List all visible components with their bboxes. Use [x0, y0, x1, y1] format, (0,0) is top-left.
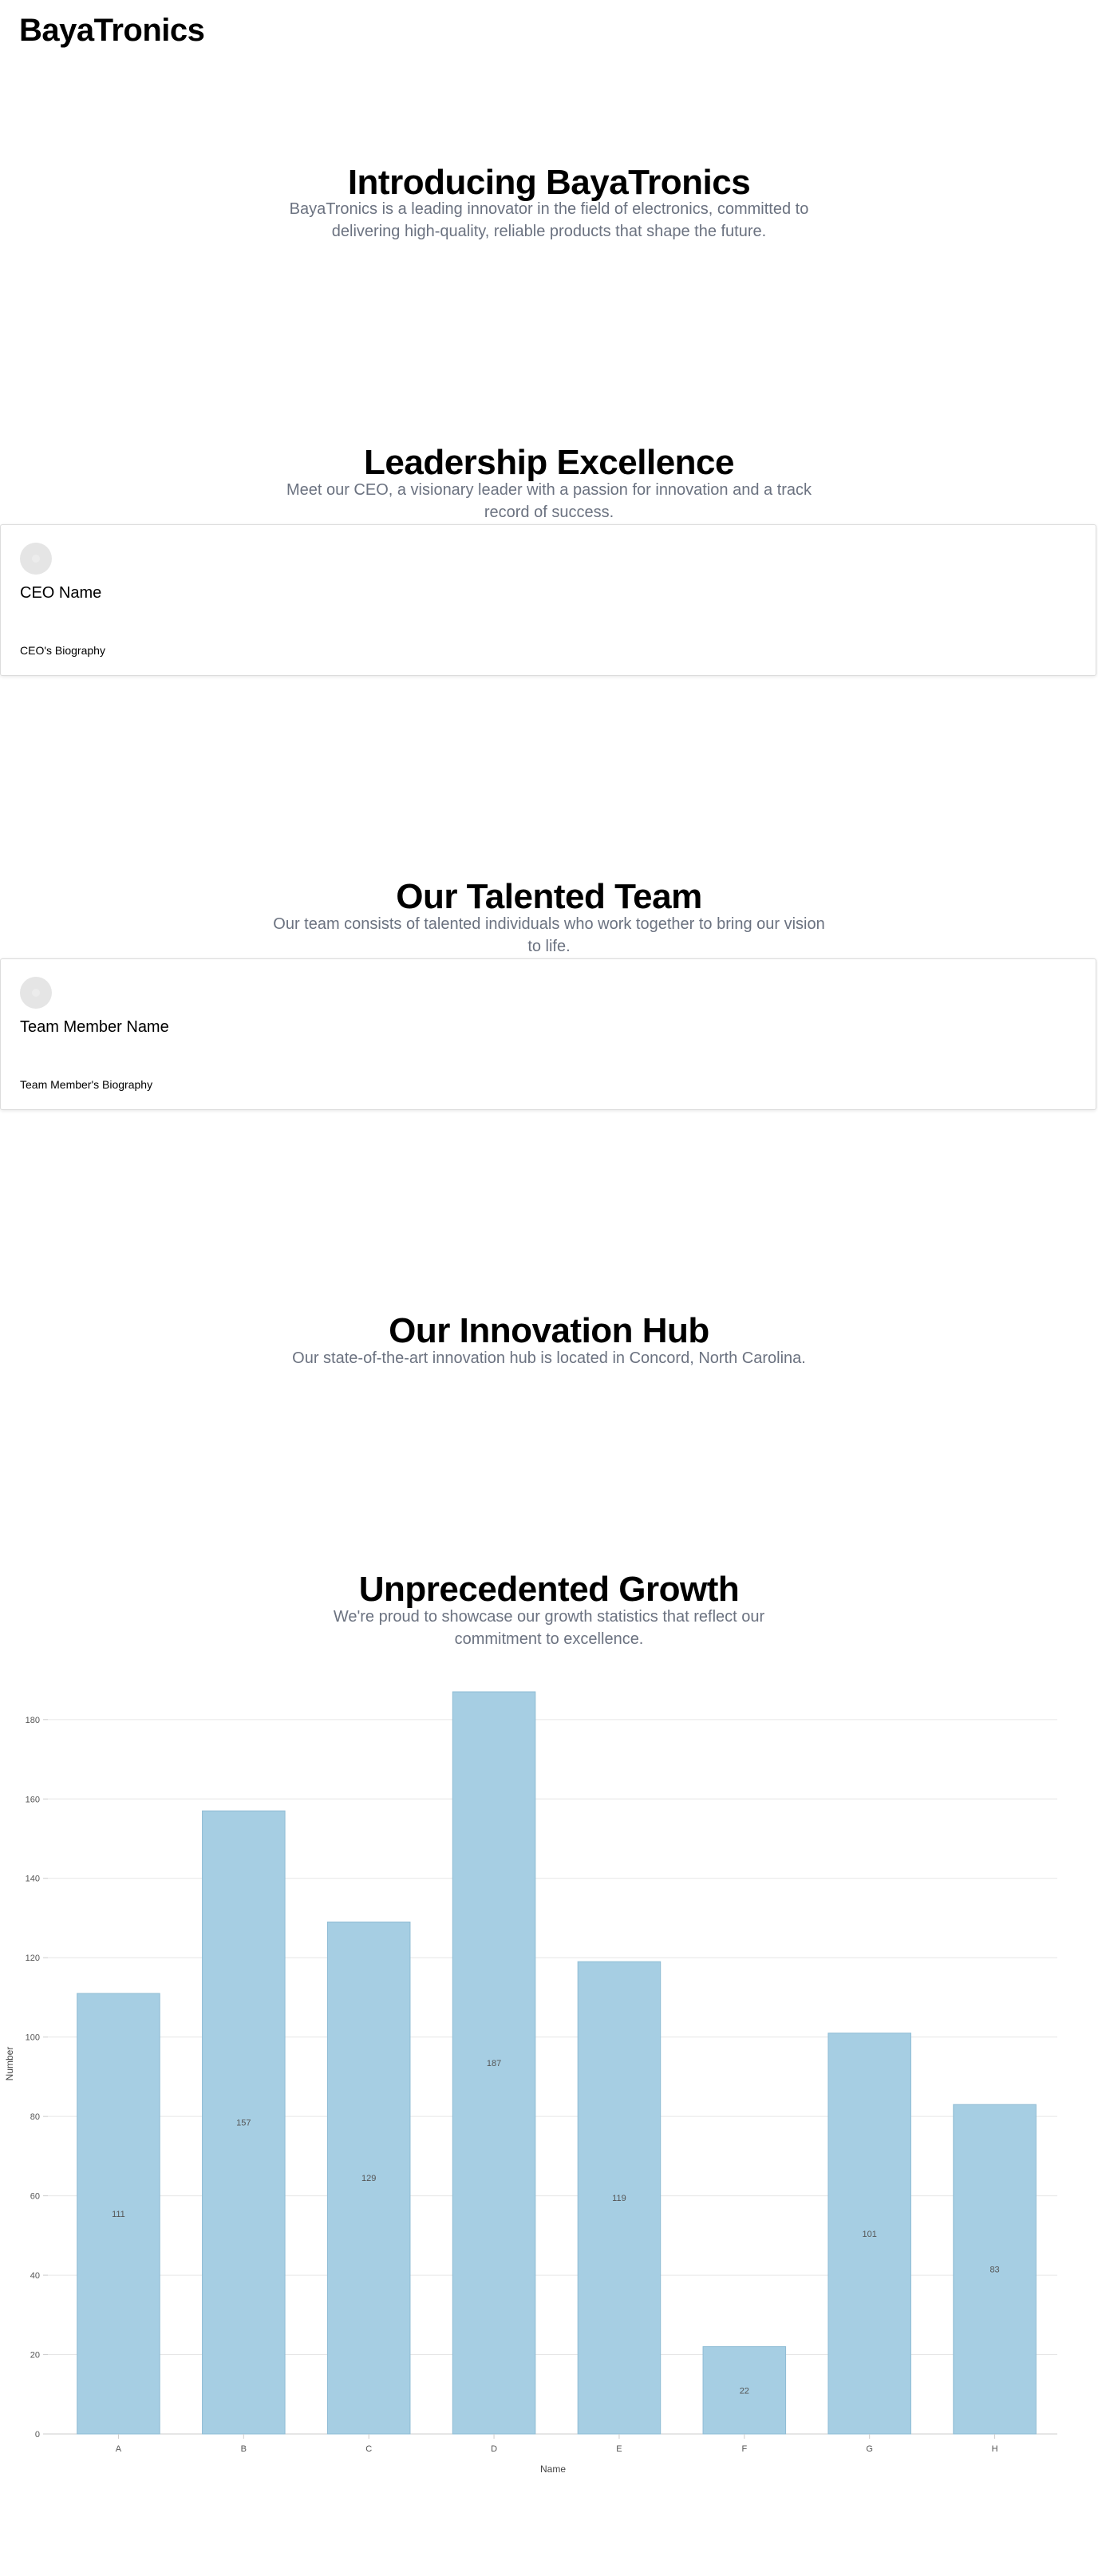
data-label-B: 157 — [236, 2119, 251, 2128]
growth-subtitle: We're proud to showcase our growth stati… — [333, 1608, 765, 1648]
y-tick-label: 60 — [30, 2192, 40, 2202]
y-tick-label: 160 — [26, 1795, 40, 1804]
growth-bar-chart: 111 157 129 187 119 22 101 83 0 20 40 60 80 100 120 14… — [4, 1691, 1057, 2475]
data-label-F: 22 — [740, 2386, 749, 2396]
x-tick-label-C: C — [365, 2444, 372, 2454]
x-tick-label-E: E — [616, 2444, 622, 2454]
y-tick-label: 80 — [30, 2112, 40, 2122]
intro-subtitle: BayaTronics is a leading innovator in th… — [289, 200, 809, 240]
ceo-card: CEO Name CEO's Biography — [0, 524, 1096, 676]
x-tick-label-G: G — [866, 2444, 873, 2454]
x-tick-label-D: D — [491, 2444, 497, 2454]
y-tick-label: 20 — [30, 2351, 40, 2361]
data-label-C: 129 — [361, 2174, 376, 2183]
user-avatar-icon — [20, 543, 52, 575]
team-title: Our Talented Team — [396, 877, 702, 916]
leadership-subtitle: Meet our CEO, a visionary leader with a … — [286, 481, 812, 521]
ceo-biography: CEO's Biography — [20, 644, 105, 657]
team-member-name: Team Member Name — [20, 1018, 169, 1036]
user-avatar-icon — [20, 977, 52, 1009]
y-tick-label: 0 — [35, 2430, 40, 2440]
x-tick-label-H: H — [992, 2444, 998, 2454]
ceo-name: CEO Name — [20, 584, 102, 602]
y-tick-label: 120 — [26, 1954, 40, 1963]
y-tick-label: 140 — [26, 1875, 40, 1884]
data-label-G: 101 — [863, 2230, 877, 2239]
hub-subtitle: Our state-of-the-art innovation hub is l… — [292, 1349, 806, 1367]
hub-title: Our Innovation Hub — [389, 1311, 709, 1350]
x-tick-label-B: B — [241, 2444, 247, 2454]
team-member-biography: Team Member's Biography — [20, 1078, 153, 1091]
y-axis-label: Number — [4, 2047, 15, 2081]
x-tick-label-A: A — [116, 2444, 122, 2454]
growth-title: Unprecedented Growth — [358, 1570, 740, 1609]
y-tick-label: 40 — [30, 2271, 40, 2281]
team-subtitle: Our team consists of talented individual… — [273, 915, 825, 955]
x-axis-label: Name — [540, 2463, 566, 2475]
data-label-H: 83 — [989, 2266, 999, 2275]
y-tick-label: 180 — [26, 1716, 40, 1725]
data-label-A: 111 — [112, 2210, 125, 2219]
brand-logo-text: BayaTronics — [19, 13, 205, 48]
team-member-card: Team Member Name Team Member's Biography — [0, 958, 1096, 1110]
data-label-D: 187 — [487, 2059, 501, 2068]
x-tick-label-F: F — [741, 2444, 747, 2454]
chart-bars: 111 157 129 187 119 22 101 83 — [77, 1691, 1037, 2435]
data-label-E: 119 — [612, 2194, 626, 2203]
y-tick-label: 100 — [26, 2033, 40, 2043]
leadership-title: Leadership Excellence — [364, 443, 734, 482]
